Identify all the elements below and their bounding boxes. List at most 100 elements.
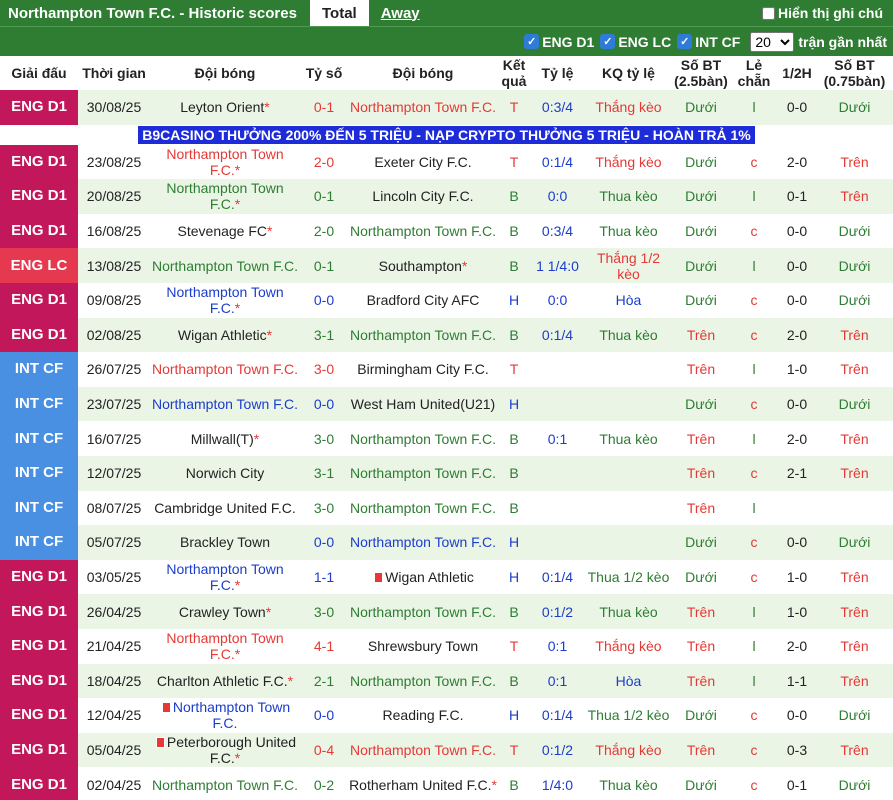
tab-total[interactable]: Total [310, 0, 369, 26]
away-team[interactable]: Northampton Town F.C. [348, 213, 498, 249]
ad-banner-text[interactable]: B9CASINO THƯỞNG 200% ĐẾN 5 TRIỆU - NẠP C… [138, 125, 755, 144]
home-team[interactable]: Northampton Town F.C. [150, 352, 300, 387]
home-team[interactable]: Northampton Town F.C.* [150, 628, 300, 664]
table-row[interactable]: ENG D1 21/04/25 Northampton Town F.C.* 4-1 S… [0, 628, 893, 664]
table-row[interactable]: ENG D1 18/04/25 Charlton Athletic F.C.* 2-1… [0, 663, 893, 699]
score[interactable]: 3-0 [300, 490, 348, 526]
table-row[interactable]: ENG D1 30/08/25 Leyton Orient* 0-1 Northampt… [0, 90, 893, 125]
home-team[interactable]: Stevenage FC* [150, 213, 300, 249]
table-row[interactable]: ENG D1 02/08/25 Wigan Athletic* 3-1 Northamp… [0, 317, 893, 353]
away-team[interactable]: West Ham United(U21) [348, 386, 498, 422]
league-badge[interactable]: INT CF [0, 386, 78, 422]
home-team[interactable]: Northampton Town F.C.* [150, 179, 300, 214]
away-team[interactable]: Wigan Athletic [348, 559, 498, 595]
score[interactable]: 0-4 [300, 732, 348, 768]
score[interactable]: 2-0 [300, 213, 348, 249]
tab-away[interactable]: Away [369, 0, 432, 26]
score[interactable]: 0-0 [300, 282, 348, 318]
league-badge[interactable]: ENG D1 [0, 317, 78, 353]
checkbox-checked-icon[interactable]: ✓ [677, 34, 693, 49]
table-row[interactable]: INT CF 08/07/25 Cambridge United F.C. 3-0 No… [0, 490, 893, 526]
league-badge[interactable]: ENG D1 [0, 698, 78, 733]
away-team[interactable]: Northampton Town F.C. [348, 594, 498, 629]
away-team[interactable]: Exeter City F.C. [348, 144, 498, 180]
away-team[interactable]: Northampton Town F.C. [348, 421, 498, 456]
home-team[interactable]: Northampton Town F.C. [150, 248, 300, 283]
filter-int-cf[interactable]: ✓ INT CF [677, 34, 740, 50]
league-badge[interactable]: ENG D1 [0, 732, 78, 768]
league-badge[interactable]: ENG D1 [0, 767, 78, 800]
table-row[interactable]: ENG D1 20/08/25 Northampton Town F.C.* 0-1 L… [0, 179, 893, 214]
score[interactable]: 0-0 [300, 525, 348, 560]
home-team[interactable]: Leyton Orient* [150, 90, 300, 125]
home-team[interactable]: Crawley Town* [150, 594, 300, 629]
score[interactable]: 3-0 [300, 352, 348, 387]
home-team[interactable]: Northampton Town F.C.* [150, 559, 300, 595]
home-team[interactable]: Northampton Town F.C. [150, 386, 300, 422]
score[interactable]: 0-1 [300, 179, 348, 214]
table-row[interactable]: ENG D1 26/04/25 Crawley Town* 3-0 Northampto… [0, 594, 893, 629]
home-team[interactable]: Wigan Athletic* [150, 317, 300, 353]
score[interactable]: 0-0 [300, 698, 348, 733]
home-team[interactable]: Northampton Town F.C.* [150, 282, 300, 318]
recent-count-select[interactable]: 20 [750, 31, 795, 52]
league-badge[interactable]: INT CF [0, 490, 78, 526]
league-badge[interactable]: INT CF [0, 352, 78, 387]
score[interactable]: 3-0 [300, 421, 348, 456]
league-badge[interactable]: INT CF [0, 525, 78, 560]
checkbox-checked-icon[interactable]: ✓ [524, 34, 540, 49]
away-team[interactable]: Northampton Town F.C. [348, 455, 498, 491]
score[interactable]: 2-0 [300, 144, 348, 180]
checkbox-checked-icon[interactable]: ✓ [600, 34, 616, 49]
table-row[interactable]: INT CF 23/07/25 Northampton Town F.C. 0-0 We… [0, 386, 893, 422]
score[interactable]: 0-2 [300, 767, 348, 800]
filter-eng-lc[interactable]: ✓ ENG LC [600, 34, 671, 50]
league-badge[interactable]: INT CF [0, 455, 78, 491]
league-badge[interactable]: INT CF [0, 421, 78, 456]
table-row[interactable]: ENG D1 05/04/25 Peterborough United F.C.* 0… [0, 732, 893, 768]
table-row[interactable]: INT CF 12/07/25 Norwich City 3-1 Northampton… [0, 455, 893, 491]
home-team[interactable]: Millwall(T)* [150, 421, 300, 456]
score[interactable]: 0-0 [300, 386, 348, 422]
away-team[interactable]: Northampton Town F.C. [348, 490, 498, 526]
league-badge[interactable]: ENG D1 [0, 559, 78, 595]
table-row[interactable]: ENG D1 02/04/25 Northampton Town F.C. 0-2 Ro… [0, 767, 893, 800]
table-row[interactable]: INT CF 16/07/25 Millwall(T)* 3-0 Northampton… [0, 421, 893, 456]
score[interactable]: 3-1 [300, 455, 348, 491]
away-team[interactable]: Southampton* [348, 248, 498, 283]
league-badge[interactable]: ENG D1 [0, 663, 78, 699]
away-team[interactable]: Reading F.C. [348, 698, 498, 733]
score[interactable]: 3-0 [300, 594, 348, 629]
away-team[interactable]: Rotherham United F.C.* [348, 767, 498, 800]
home-team[interactable]: Northampton Town F.C. [150, 767, 300, 800]
league-badge[interactable]: ENG D1 [0, 628, 78, 664]
table-row[interactable]: INT CF 26/07/25 Northampton Town F.C. 3-0 Bi… [0, 352, 893, 387]
away-team[interactable]: Lincoln City F.C. [348, 179, 498, 214]
filter-eng-d1[interactable]: ✓ ENG D1 [524, 34, 594, 50]
league-badge[interactable]: ENG D1 [0, 179, 78, 214]
table-row[interactable]: ENG D1 12/04/25 Northampton Town F.C. 0-0 Re… [0, 698, 893, 733]
league-badge[interactable]: ENG D1 [0, 282, 78, 318]
table-row[interactable]: ENG D1 16/08/25 Stevenage FC* 2-0 Northampto… [0, 213, 893, 249]
league-badge[interactable]: ENG D1 [0, 594, 78, 629]
away-team[interactable]: Northampton Town F.C. [348, 525, 498, 560]
home-team[interactable]: Charlton Athletic F.C.* [150, 663, 300, 699]
away-team[interactable]: Northampton Town F.C. [348, 317, 498, 353]
score[interactable]: 1-1 [300, 559, 348, 595]
score[interactable]: 0-1 [300, 90, 348, 125]
away-team[interactable]: Northampton Town F.C. [348, 732, 498, 768]
score[interactable]: 3-1 [300, 317, 348, 353]
table-row[interactable]: ENG LC 13/08/25 Northampton Town F.C. 0-1 So… [0, 248, 893, 283]
show-note-checkbox[interactable] [762, 6, 775, 20]
home-team[interactable]: Northampton Town F.C. [150, 698, 300, 733]
table-row[interactable]: ENG D1 03/05/25 Northampton Town F.C.* 1-1 W… [0, 559, 893, 595]
score[interactable]: 2-1 [300, 663, 348, 699]
table-row[interactable]: INT CF 05/07/25 Brackley Town 0-0 Northampto… [0, 525, 893, 560]
table-row[interactable]: ENG D1 09/08/25 Northampton Town F.C.* 0-0 B… [0, 282, 893, 318]
home-team[interactable]: Norwich City [150, 455, 300, 491]
away-team[interactable]: Birmingham City F.C. [348, 352, 498, 387]
home-team[interactable]: Peterborough United F.C.* [150, 732, 300, 768]
score[interactable]: 4-1 [300, 628, 348, 664]
league-badge[interactable]: ENG LC [0, 248, 78, 283]
home-team[interactable]: Cambridge United F.C. [150, 490, 300, 526]
